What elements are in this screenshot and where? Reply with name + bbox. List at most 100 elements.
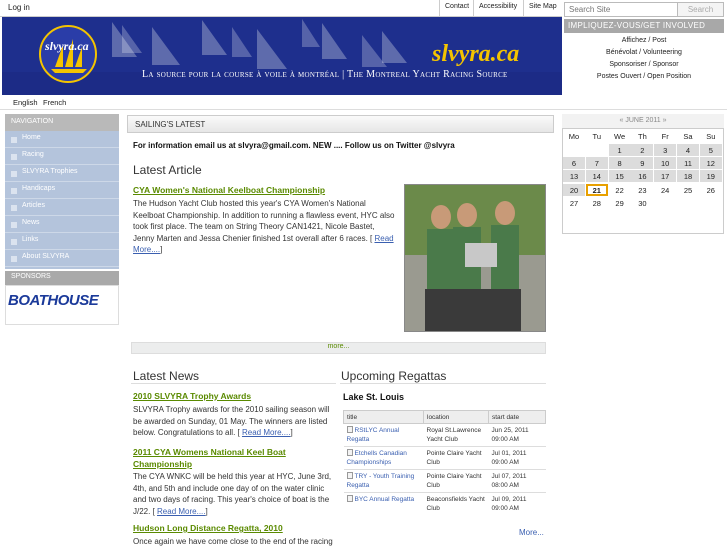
- calendar-day[interactable]: 6: [563, 157, 585, 170]
- navigation-header: NAVIGATION: [5, 114, 119, 131]
- regatta-title-link[interactable]: TRY - Youth Training Regatta: [343, 469, 424, 493]
- regattas-more-link[interactable]: More...: [519, 528, 544, 537]
- calendar-day[interactable]: 20: [563, 183, 585, 196]
- calendar-day[interactable]: 19: [699, 170, 722, 183]
- column-header: location: [423, 410, 489, 424]
- calendar-day[interactable]: 14: [585, 170, 608, 183]
- search-input[interactable]: [564, 2, 678, 17]
- calendar-day[interactable]: 1: [608, 144, 631, 156]
- search-button[interactable]: Search: [678, 2, 724, 17]
- event-icon: [346, 449, 353, 456]
- bullet-icon: [11, 137, 17, 143]
- calendar-day[interactable]: 26: [700, 184, 722, 196]
- news-title-link[interactable]: 2011 CYA Womens National Keel Boat Champ…: [133, 446, 333, 470]
- calendar-day[interactable]: 25: [677, 184, 699, 196]
- nav-label: News: [22, 219, 40, 226]
- calendar-day[interactable]: 10: [654, 157, 677, 170]
- calendar-day[interactable]: 16: [631, 170, 654, 183]
- calendar-month-title[interactable]: « JUNE 2011 »: [562, 114, 724, 129]
- nav-item-trophies[interactable]: SLVYRA Trophies: [5, 165, 119, 182]
- site-logo[interactable]: [39, 25, 97, 83]
- site-map-link[interactable]: Site Map: [523, 0, 562, 17]
- news-text: Once again we have come close to the end…: [133, 537, 333, 546]
- nav-item-links[interactable]: Links: [5, 233, 119, 250]
- regattas-divider: [340, 383, 546, 384]
- news-text: SLVYRA Trophy awards for the 2010 sailin…: [133, 405, 330, 437]
- calendar-day[interactable]: 18: [677, 170, 699, 183]
- calendar-day[interactable]: 4: [677, 144, 699, 156]
- login-link[interactable]: Log in: [8, 3, 30, 12]
- calendar-day[interactable]: 27: [563, 197, 585, 209]
- calendar-day[interactable]: 8: [608, 157, 631, 170]
- lang-english[interactable]: English: [13, 98, 38, 107]
- regatta-date: Jul 01, 2011 09:00 AM: [488, 446, 546, 470]
- calendar-day[interactable]: 11: [677, 157, 699, 170]
- nav-item-articles[interactable]: Articles: [5, 199, 119, 216]
- sponsor-link[interactable]: Sponsoriser / Sponsor: [564, 61, 724, 68]
- article-title-link[interactable]: CYA Women's National Keelboat Championsh…: [133, 185, 325, 195]
- nav-item-racing[interactable]: Racing: [5, 148, 119, 165]
- regattas-table: title location start date RStLYC Annual …: [343, 410, 546, 515]
- nav-item-home[interactable]: Home: [5, 131, 119, 148]
- regatta-title-link[interactable]: Etchells Canadian Championships: [343, 446, 424, 470]
- boathouse-sponsor-logo[interactable]: BOATHOUSE: [8, 292, 99, 309]
- calendar-day[interactable]: 13: [563, 170, 585, 183]
- calendar-day[interactable]: 7: [585, 157, 608, 170]
- calendar-day[interactable]: 2: [631, 144, 654, 156]
- nav-item-handicaps[interactable]: Handicaps: [5, 182, 119, 199]
- regatta-title-link[interactable]: BYC Annual Regatta: [343, 492, 424, 515]
- bullet-icon: [11, 188, 17, 194]
- bullet-icon: [11, 171, 17, 177]
- calendar-day[interactable]: 28: [586, 197, 608, 209]
- calendar-day[interactable]: 5: [699, 144, 722, 156]
- calendar-day[interactable]: 9: [631, 157, 654, 170]
- news-title-link[interactable]: 2010 SLVYRA Trophy Awards: [133, 391, 251, 401]
- table-row: TRY - Youth Training Regatta Pointe Clai…: [343, 469, 546, 493]
- calendar-day[interactable]: 23: [631, 184, 653, 196]
- article-more-link[interactable]: more...: [131, 342, 546, 354]
- table-row: RStLYC Annual Regatta Royal St.Lawrence …: [343, 423, 546, 447]
- news-read-more-link[interactable]: Read More....: [157, 507, 205, 516]
- contact-link[interactable]: Contact: [439, 0, 474, 17]
- calendar-empty-cell: [699, 196, 722, 209]
- calendar-day[interactable]: 30: [631, 197, 653, 209]
- nav-item-about[interactable]: About SLVYRA: [5, 250, 119, 267]
- column-header: title: [343, 410, 424, 424]
- nav-label: Links: [22, 236, 39, 243]
- calendar-day[interactable]: 24: [654, 184, 676, 196]
- bullet-icon: [11, 205, 17, 211]
- calendar-day[interactable]: 21: [585, 183, 608, 196]
- logo-text: slvyra.ca: [45, 39, 89, 53]
- calendar-day[interactable]: 22: [609, 184, 631, 196]
- calendar-weekday-label: Sa: [683, 132, 693, 141]
- calendar-day[interactable]: 17: [654, 170, 677, 183]
- open-position-link[interactable]: Postes Ouvert / Open Position: [564, 73, 724, 80]
- section-header: SAILING'S LATEST: [127, 115, 554, 133]
- regatta-location: Pointe Claire Yacht Club: [423, 446, 489, 470]
- calendar-day[interactable]: 3: [654, 144, 677, 156]
- table-row: Etchells Canadian Championships Pointe C…: [343, 446, 546, 470]
- calendar-day[interactable]: 15: [608, 170, 631, 183]
- regatta-date: Jul 07, 2011 08:00 AM: [488, 469, 546, 493]
- lang-french[interactable]: French: [43, 98, 66, 107]
- upcoming-regattas-heading: Upcoming Regattas: [341, 369, 447, 383]
- calendar-weekday-label: We: [614, 132, 626, 141]
- regatta-date: Jul 09, 2011 09:00 AM: [488, 492, 546, 515]
- post-link[interactable]: Affichez / Post: [564, 37, 724, 44]
- table-header-row: title location start date: [343, 410, 546, 424]
- bullet-icon: [11, 256, 17, 262]
- calendar-day[interactable]: 29: [609, 197, 631, 209]
- brand-title: slvyra.ca: [432, 41, 520, 67]
- site-banner: slvyra.ca slvyra.ca La source pour la co…: [2, 17, 562, 95]
- regatta-title-link[interactable]: RStLYC Annual Regatta: [343, 423, 424, 447]
- calendar-empty-cell: [654, 196, 677, 209]
- news-read-more-link[interactable]: Read More....: [242, 428, 290, 437]
- latest-article-heading: Latest Article: [133, 163, 202, 177]
- event-icon: [346, 426, 353, 433]
- regatta-location: Pointe Claire Yacht Club: [423, 469, 489, 493]
- accessibility-link[interactable]: Accessibility: [473, 0, 522, 17]
- calendar-day[interactable]: 12: [699, 157, 722, 170]
- news-title-link[interactable]: Hudson Long Distance Regatta, 2010: [133, 523, 283, 533]
- nav-item-news[interactable]: News: [5, 216, 119, 233]
- volunteering-link[interactable]: Bénévolat / Volunteering: [564, 49, 724, 56]
